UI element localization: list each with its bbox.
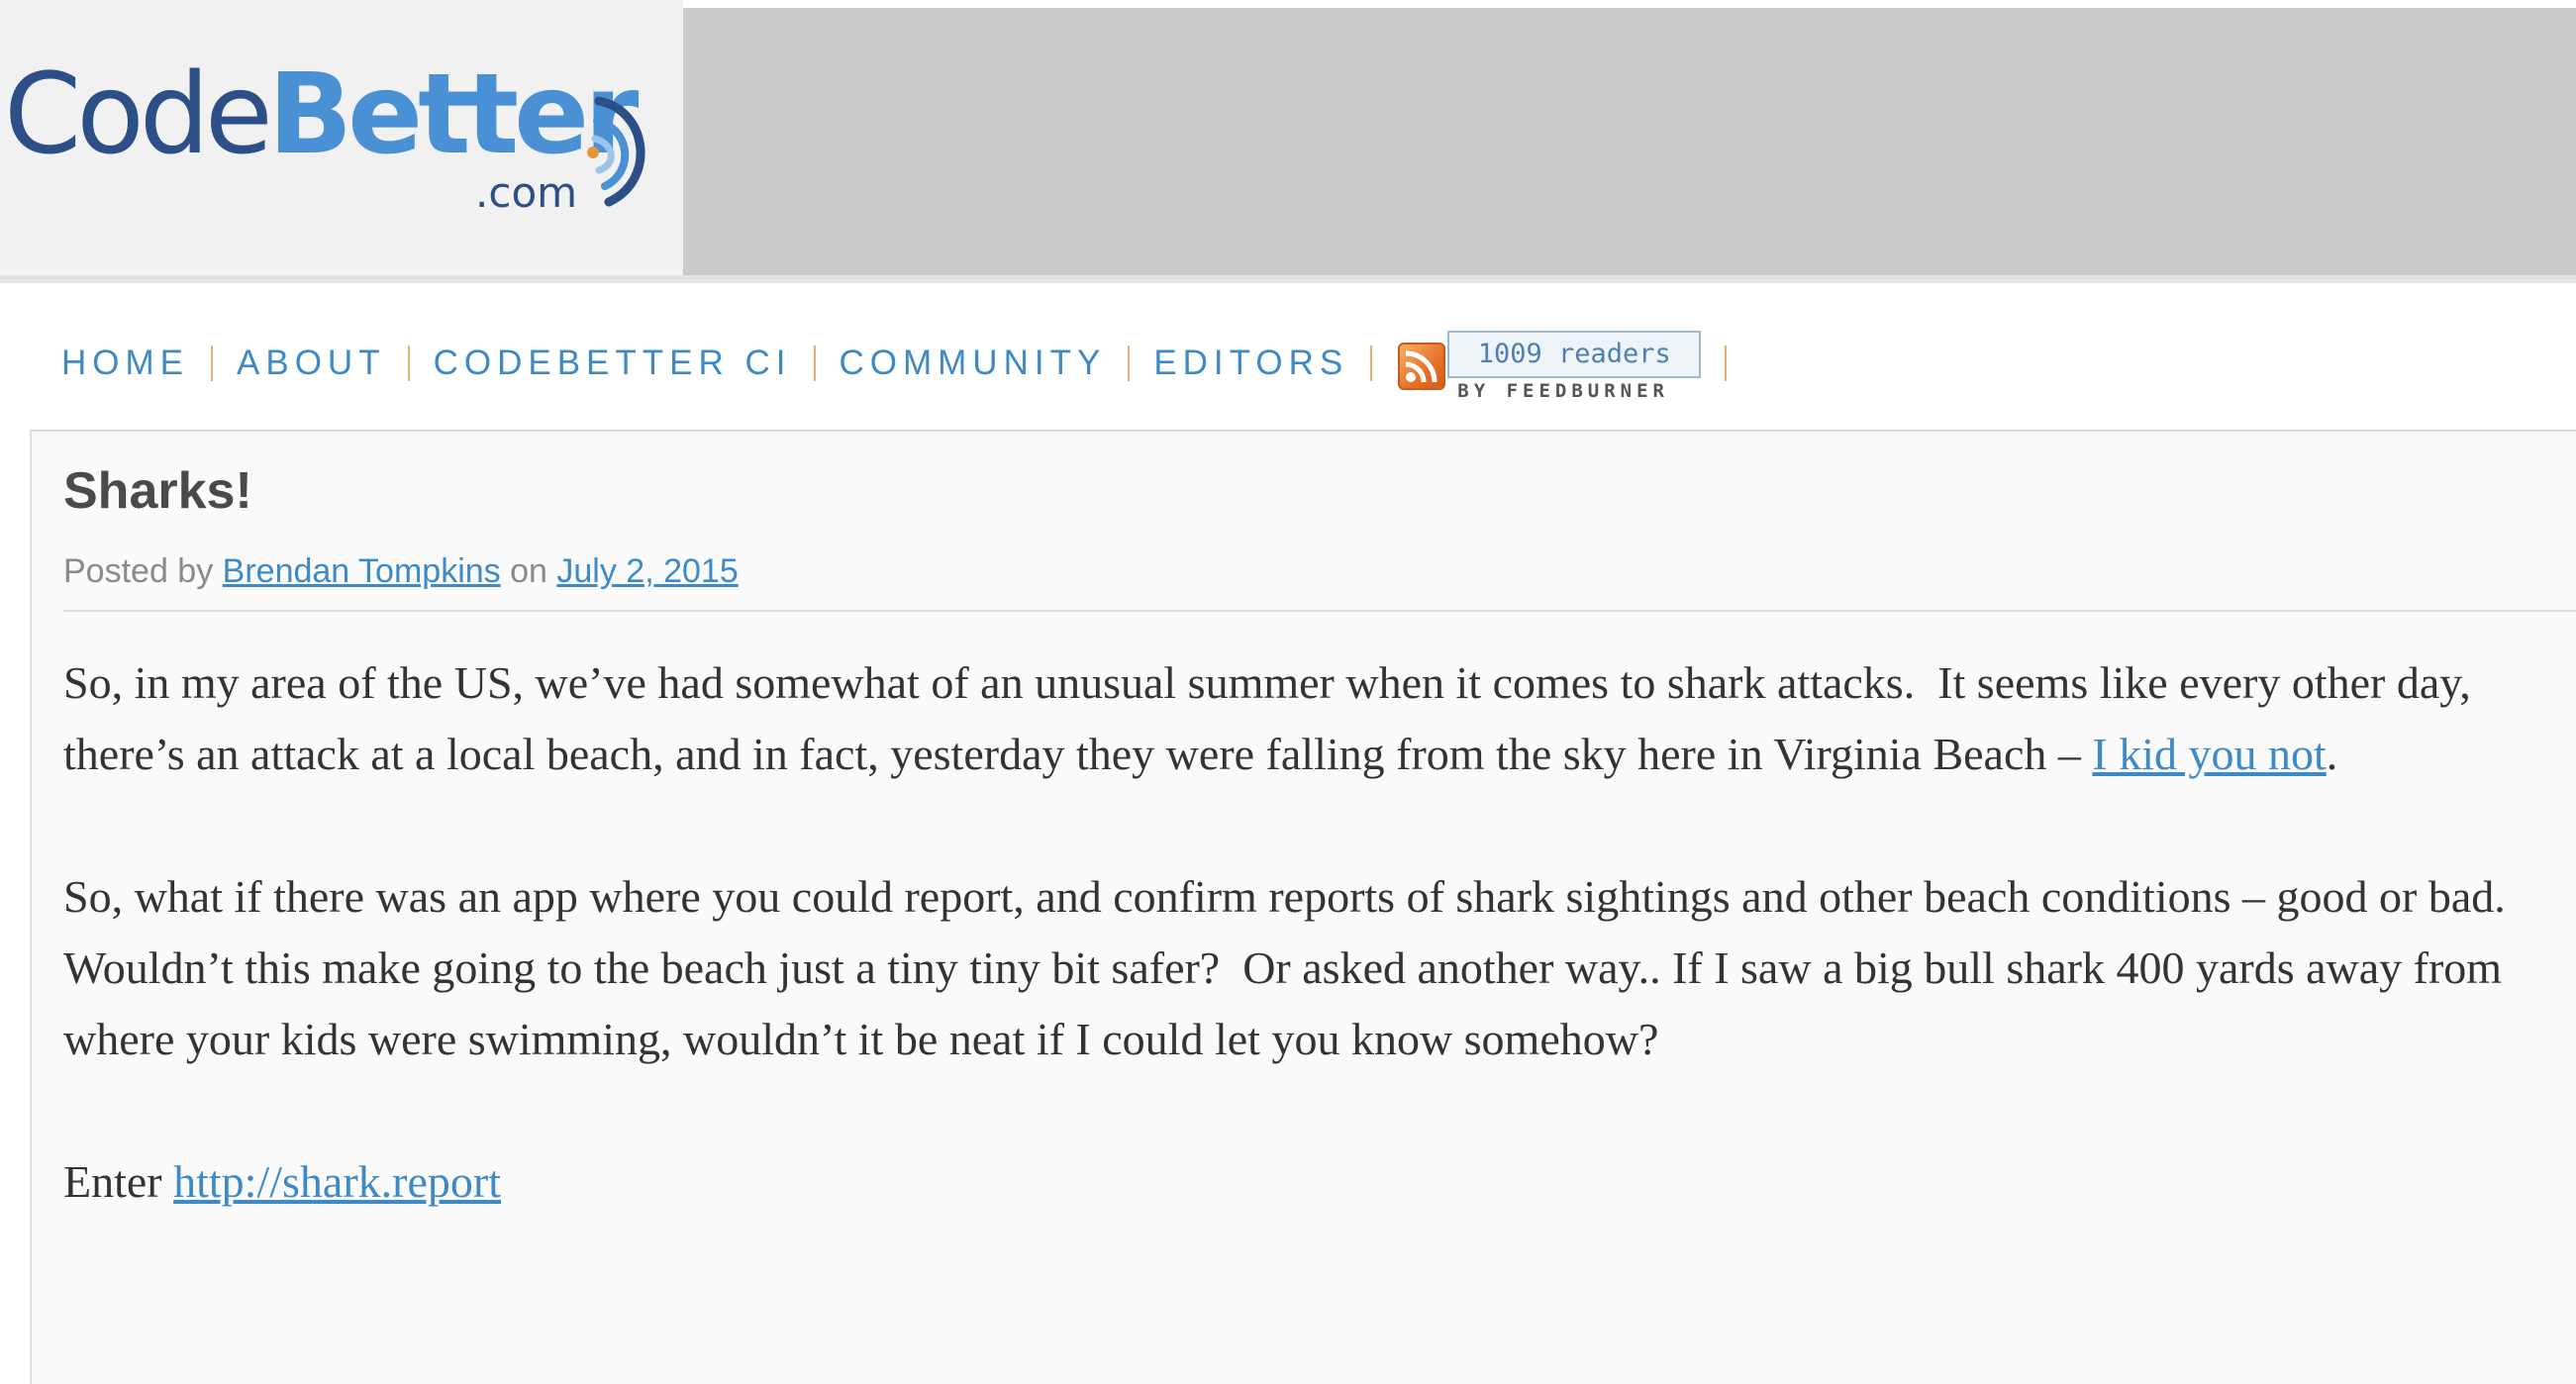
- main-nav: HOME ABOUT CODEBETTER CI COMMUNITY EDITO…: [61, 329, 1750, 402]
- post-body: So, in my area of the US, we’ve had some…: [63, 647, 2568, 1289]
- feed-by-label: BY FEEDBURNER: [1457, 380, 1669, 402]
- feed-reader-count[interactable]: 1009 readers: [1447, 331, 1702, 378]
- date-link[interactable]: July 2, 2015: [556, 552, 738, 590]
- nav-item-editors[interactable]: EDITORS: [1153, 344, 1348, 383]
- paragraph-text: So, what if there was an app where you c…: [63, 871, 2518, 1064]
- post-meta: Posted by Brendan Tompkins on July 2, 20…: [63, 552, 739, 591]
- site-logo[interactable]: CodeBetter .com: [0, 0, 683, 275]
- post-paragraph: So, what if there was an app where you c…: [63, 861, 2568, 1075]
- site-header: CodeBetter .com: [0, 0, 2576, 283]
- logo-wordmark: CodeBetter: [4, 59, 639, 170]
- nav-separator: [407, 346, 410, 381]
- header-banner: [683, 8, 2576, 275]
- nav-item-about[interactable]: ABOUT: [237, 344, 386, 383]
- meta-divider: [63, 610, 2576, 612]
- nav-separator: [813, 346, 816, 381]
- nav-item-community[interactable]: COMMUNITY: [840, 344, 1107, 383]
- logo-code-text: Code: [4, 50, 273, 179]
- post-container: Sharks! Posted by Brendan Tompkins on Ju…: [30, 430, 2576, 1384]
- rss-icon[interactable]: [1398, 343, 1446, 390]
- post-title[interactable]: Sharks!: [63, 461, 252, 521]
- post-paragraph: Enter http://shark.report: [63, 1146, 2568, 1218]
- logo-com-text: .com: [475, 168, 578, 217]
- rss-glyph-icon: [1406, 350, 1437, 383]
- nav-separator: [1128, 346, 1131, 381]
- author-link[interactable]: Brendan Tompkins: [223, 552, 501, 590]
- header-divider: [0, 275, 2576, 283]
- paragraph-end: .: [2326, 729, 2338, 779]
- logo-swirl-icon: [587, 96, 645, 207]
- posted-by-label: Posted by: [63, 552, 214, 590]
- nav-separator: [1370, 346, 1373, 381]
- post-paragraph: So, in my area of the US, we’ve had some…: [63, 647, 2568, 790]
- nav-separator: [1725, 346, 1728, 381]
- i-kid-you-not-link[interactable]: I kid you not: [2092, 729, 2326, 779]
- nav-separator: [211, 346, 213, 381]
- nav-item-home[interactable]: HOME: [61, 344, 189, 383]
- paragraph-text: Enter: [63, 1156, 174, 1207]
- on-label: on: [510, 552, 547, 590]
- nav-item-codebetter-ci[interactable]: CODEBETTER CI: [434, 344, 792, 383]
- shark-report-link[interactable]: http://shark.report: [173, 1156, 501, 1207]
- feedburner-widget[interactable]: 1009 readers BY FEEDBURNER: [1398, 329, 1707, 402]
